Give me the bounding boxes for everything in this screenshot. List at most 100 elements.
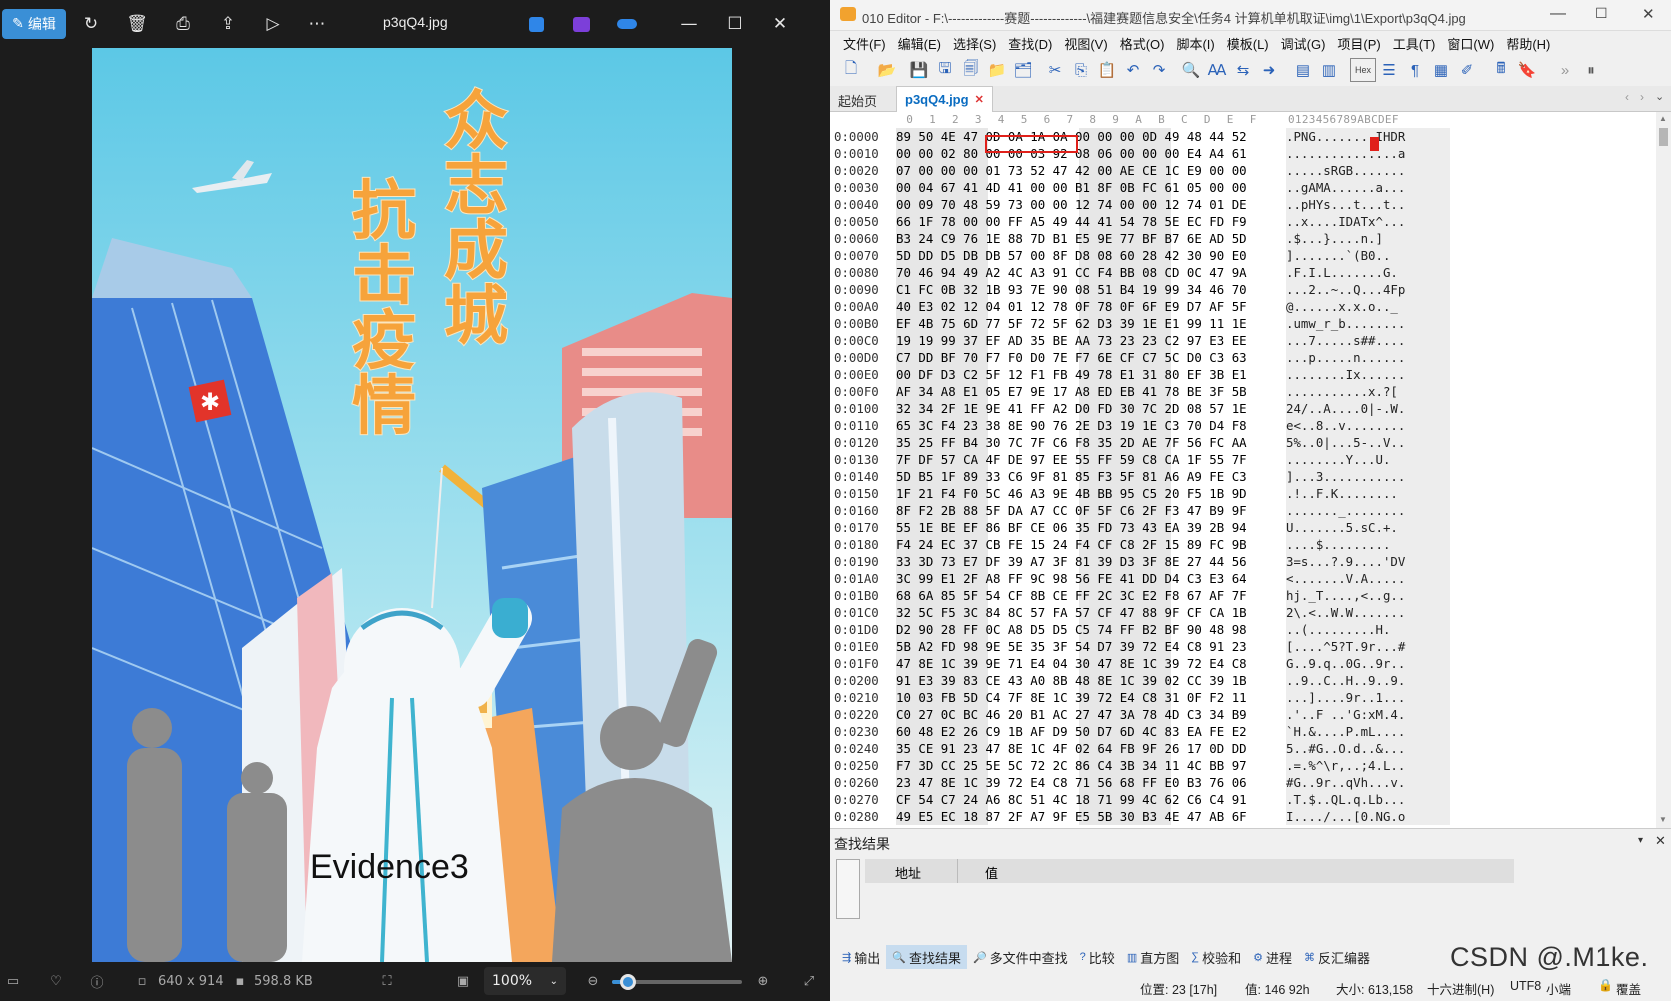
menu-item[interactable]: 调试(G) (1275, 34, 1332, 53)
bottom-tab[interactable]: ⚙ 进程 (1247, 945, 1298, 969)
hex-row-ascii[interactable]: 2\.<..W.W....... (1286, 604, 1450, 621)
tab-next-icon[interactable]: › (1640, 90, 1644, 104)
hex-row-bytes[interactable]: 23 47 8E 1C 39 72 E4 C8 71 56 68 FF E0 B… (896, 774, 1247, 791)
favorite-icon[interactable]: ♡ (45, 970, 67, 992)
rotate-icon[interactable]: ↻ (76, 9, 106, 39)
calculator-icon[interactable]: 🖩 (1488, 58, 1514, 82)
hex-row-bytes[interactable]: 33 3D 73 E7 DF 39 A7 3F 81 39 D3 3F 8E 2… (896, 553, 1247, 570)
tab-file[interactable]: p3qQ4.jpg ✕ (896, 86, 993, 112)
hex-row-ascii[interactable]: G..9.q..0G..9r.. (1286, 655, 1450, 672)
pause-icon[interactable]: ⏸ (1578, 58, 1604, 82)
hex-row-ascii[interactable]: .$...}....n.] (1286, 230, 1450, 247)
cut-icon[interactable]: ✂ (1042, 58, 1068, 82)
filmstrip-icon[interactable]: ▭ (2, 970, 24, 992)
hex-row-ascii[interactable]: ..9..C..H..9..9. (1286, 672, 1450, 689)
hex-row-bytes[interactable]: C0 27 0C BC 46 20 B1 AC 27 47 3A 78 4D C… (896, 706, 1247, 723)
hex-row-ascii[interactable]: ...7.....s##.... (1286, 332, 1450, 349)
maximize-icon[interactable]: ☐ (1595, 5, 1608, 22)
zoom-slider[interactable] (612, 974, 742, 990)
hex-row-bytes[interactable]: EF 4B 75 6D 77 5F 72 5F 62 D3 39 1E E1 9… (896, 315, 1247, 332)
print-icon[interactable]: ⎙ (168, 9, 198, 39)
panel-close-icon[interactable]: ✕ (1655, 833, 1666, 849)
share-icon[interactable]: ⇪ (213, 9, 243, 39)
hex-row-ascii[interactable]: ...............a (1286, 145, 1450, 162)
hex-row-bytes[interactable]: 70 46 94 49 A2 4C A3 91 CC F4 BB 08 CD 0… (896, 264, 1247, 281)
toolbar-overflow-icon[interactable]: » (1552, 58, 1578, 82)
vertical-scrollbar[interactable]: ▲ ▼ (1656, 112, 1671, 828)
bottom-tab[interactable]: 🔎 多文件中查找 (967, 945, 1074, 969)
undo-icon[interactable]: ↶ (1120, 58, 1146, 82)
menu-item[interactable]: 查找(D) (1002, 34, 1058, 53)
zoom-dropdown[interactable]: 100% ⌄ (484, 967, 566, 995)
close-icon[interactable]: ✕ (1642, 5, 1655, 23)
status-endian[interactable]: 小端 (1546, 979, 1571, 998)
text-mode-icon[interactable]: ☰ (1376, 58, 1402, 82)
menu-item[interactable]: 模板(L) (1221, 34, 1275, 53)
hex-row-bytes[interactable]: 32 34 2F 1E 9E 41 FF A2 D0 FD 30 7C 2D 0… (896, 400, 1247, 417)
hex-row-ascii[interactable]: I..../...[0.NG.o (1286, 808, 1450, 825)
hex-row-bytes[interactable]: 19 19 99 37 EF AD 35 BE AA 73 23 23 C2 9… (896, 332, 1247, 349)
menu-item[interactable]: 文件(F) (837, 34, 892, 53)
bottom-tab[interactable]: ? 比较 (1074, 945, 1121, 969)
hex-row-ascii[interactable]: ...]....9r..1... (1286, 689, 1450, 706)
hex-row-bytes[interactable]: 10 03 FB 5D C4 7F 8E 1C 39 72 E4 C8 31 0… (896, 689, 1247, 706)
onedrive-icon[interactable] (612, 9, 642, 39)
hex-row-bytes[interactable]: 55 1E BE EF 86 BF CE 06 35 FD 73 43 EA 3… (896, 519, 1247, 536)
run-script-icon[interactable]: ▤ (1290, 58, 1316, 82)
hex-row-bytes[interactable]: 07 00 00 00 01 73 52 47 42 00 AE CE 1C E… (896, 162, 1247, 179)
hex-row-ascii[interactable]: ........Ix...... (1286, 366, 1450, 383)
zoom-out-icon[interactable]: ⊖ (582, 970, 604, 992)
status-overwrite[interactable]: 覆盖 (1616, 979, 1641, 998)
hex-row-ascii[interactable]: @......x.x.o.._ (1286, 298, 1450, 315)
minimize-icon[interactable]: — (674, 9, 704, 39)
hex-mode-icon[interactable]: Hex (1350, 58, 1376, 82)
hex-row-ascii[interactable]: ]...3........... (1286, 468, 1450, 485)
hex-row-ascii[interactable]: `H.&....P.mL.... (1286, 723, 1450, 740)
tab-prev-icon[interactable]: ‹ (1625, 90, 1629, 104)
fullscreen-icon[interactable]: ⤢ (798, 970, 820, 992)
redo-icon[interactable]: ↷ (1146, 58, 1172, 82)
project-icon[interactable]: 🗂 (1010, 58, 1036, 82)
info-icon[interactable]: ⓘ (86, 970, 108, 992)
tab-start-page[interactable]: 起始页 (838, 91, 877, 110)
open-file-icon[interactable]: 📂 (874, 58, 900, 82)
scroll-up-icon[interactable]: ▲ (1659, 114, 1667, 123)
hex-row-ascii[interactable]: .=.%^\r,..;4.L.. (1286, 757, 1450, 774)
find-icon[interactable]: 🔍 (1178, 58, 1204, 82)
clipchamp-icon[interactable] (567, 9, 595, 39)
hex-row-ascii[interactable]: .PNG........IHDR (1286, 128, 1450, 145)
scroll-down-icon[interactable]: ▼ (1659, 815, 1667, 824)
hex-row-ascii[interactable]: [....^5?T.9r...# (1286, 638, 1450, 655)
hex-row-ascii[interactable]: 3=s...?.9....'DV (1286, 553, 1450, 570)
hex-row-ascii[interactable]: #G..9r..qVh...v. (1286, 774, 1450, 791)
open-folder-icon[interactable]: 📁 (984, 58, 1010, 82)
highlight-icon[interactable]: ✐ (1454, 58, 1480, 82)
hex-row-bytes[interactable]: 68 6A 85 5F 54 CF 8B CE FF 2C 3C E2 F8 6… (896, 587, 1247, 604)
hex-row-bytes[interactable]: 5D B5 1F 89 33 C6 9F 81 85 F3 5F 81 A6 A… (896, 468, 1247, 485)
hex-row-bytes[interactable]: 35 CE 91 23 47 8E 1C 4F 02 64 FB 9F 26 1… (896, 740, 1247, 757)
hex-row-ascii[interactable]: ...p.....n...... (1286, 349, 1450, 366)
hex-row-ascii[interactable]: .'..F ..'G:xM.4. (1286, 706, 1450, 723)
copy-icon[interactable]: ⎘ (1068, 58, 1094, 82)
bottom-tab[interactable]: ∑ 校验和 (1185, 945, 1247, 969)
scrollbar-thumb[interactable] (1659, 128, 1668, 146)
hex-row-bytes[interactable]: 60 48 E2 26 C9 1B AF D9 50 D7 6D 4C 83 E… (896, 723, 1247, 740)
menu-item[interactable]: 编辑(E) (892, 34, 947, 53)
hex-row-bytes[interactable]: 66 1F 78 00 00 FF A5 49 44 41 54 78 5E E… (896, 213, 1247, 230)
hex-row-bytes[interactable]: D2 90 28 FF 0C A8 D5 D5 C5 74 FF B2 BF 9… (896, 621, 1247, 638)
more-icon[interactable]: ⋯ (302, 9, 332, 39)
bottom-tab[interactable]: ▥ 直方图 (1121, 945, 1185, 969)
hex-row-bytes[interactable]: 32 5C F5 3C 84 8C 57 FA 57 CF 47 88 9F C… (896, 604, 1247, 621)
hex-row-bytes[interactable]: C7 DD BF 70 F7 F0 D0 7E F7 6E CF C7 5C D… (896, 349, 1247, 366)
hex-row-bytes[interactable]: 00 09 70 48 59 73 00 00 12 74 00 00 12 7… (896, 196, 1247, 213)
hex-row-bytes[interactable]: 35 25 FF B4 30 7C 7F C6 F8 35 2D AE 7F 5… (896, 434, 1247, 451)
hex-row-bytes[interactable]: 00 DF D3 C2 5F 12 F1 FB 49 78 E1 31 80 E… (896, 366, 1247, 383)
hex-row-bytes[interactable]: 40 E3 02 12 04 01 12 78 0F 78 0F 6F E9 D… (896, 298, 1247, 315)
hex-row-ascii[interactable]: 5%..0|...5-..V.. (1286, 434, 1450, 451)
hex-row-ascii[interactable]: .umw_r_b........ (1286, 315, 1450, 332)
save-as-icon[interactable]: 🖫 (932, 58, 958, 82)
paste-icon[interactable]: 📋 (1094, 58, 1120, 82)
column-address[interactable]: 地址 (895, 863, 921, 882)
menu-item[interactable]: 格式(O) (1114, 34, 1171, 53)
delete-icon[interactable]: 🗑 (122, 9, 152, 39)
